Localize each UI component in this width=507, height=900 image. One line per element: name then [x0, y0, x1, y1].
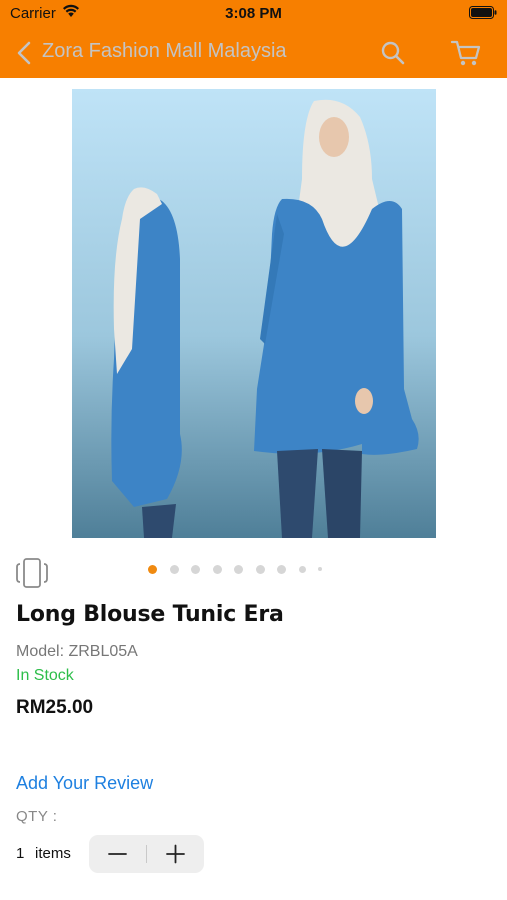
page-dot-9[interactable]: [318, 567, 322, 571]
page-dot-8[interactable]: [298, 565, 306, 573]
gallery-view-button[interactable]: [15, 556, 49, 590]
quantity-value: 1: [16, 845, 25, 862]
minus-icon: [89, 853, 146, 877]
page-dot-4[interactable]: [212, 564, 222, 574]
decrease-quantity-button[interactable]: [89, 835, 146, 873]
search-icon: [378, 41, 408, 72]
increase-quantity-button[interactable]: [147, 835, 204, 873]
quantity-stepper: [89, 835, 204, 873]
page-dot-6[interactable]: [255, 564, 265, 574]
carousel-icon: [15, 558, 49, 594]
back-button[interactable]: [10, 38, 40, 68]
product-model: Model: ZRBL05A: [16, 643, 138, 660]
plus-icon: [147, 844, 204, 877]
product-price: RM25.00: [16, 697, 94, 718]
chevron-left-icon: [10, 41, 40, 72]
clock: 3:08 PM: [225, 5, 282, 22]
stock-status: In Stock: [16, 667, 74, 684]
nav-title: Zora Fashion Mall Malaysia: [42, 40, 287, 62]
page-dot-3[interactable]: [191, 564, 200, 574]
cart-icon: [449, 40, 483, 72]
status-bar: Carrier 3:08 PM: [0, 0, 507, 26]
cart-button[interactable]: [449, 38, 483, 68]
add-review-link[interactable]: Add Your Review: [16, 773, 153, 794]
quantity-label: QTY :: [16, 808, 58, 825]
product-title: Long Blouse Tunic Era: [16, 602, 284, 627]
image-page-indicator[interactable]: [148, 563, 335, 575]
page-dot-1[interactable]: [148, 564, 157, 574]
search-button[interactable]: [378, 38, 408, 68]
page-dot-5[interactable]: [234, 564, 243, 574]
battery-icon: [469, 6, 497, 23]
navigation-bar: Zora Fashion Mall Malaysia: [0, 26, 507, 78]
quantity-unit: items: [35, 845, 71, 862]
page-dot-7[interactable]: [277, 564, 286, 574]
page-dot-2[interactable]: [169, 564, 179, 574]
product-image[interactable]: [72, 89, 436, 538]
